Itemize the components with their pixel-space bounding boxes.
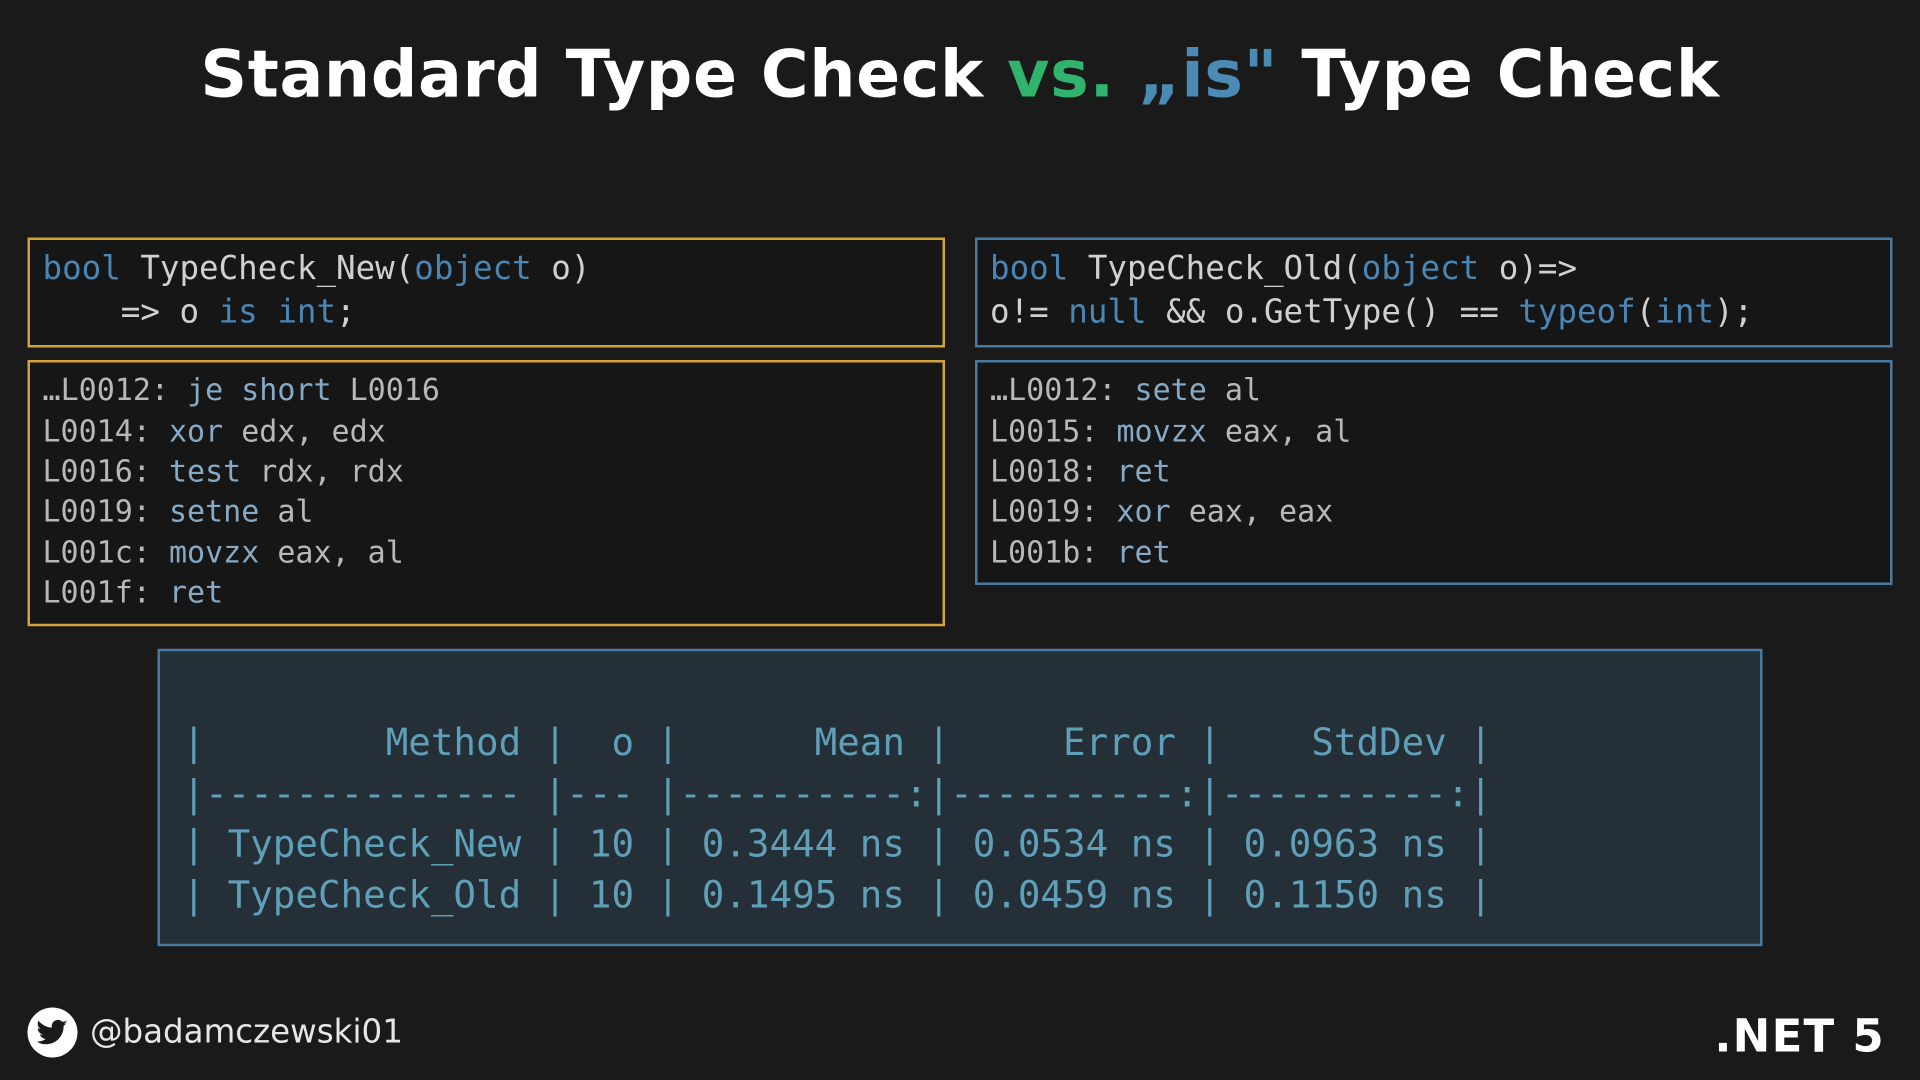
benchmark-table: | Method | o | Mean | Error | StdDev | |… — [158, 648, 1763, 946]
twitter-icon — [28, 1008, 78, 1058]
title-prefix: Standard Type Check — [200, 38, 1007, 113]
csharp-new-code: bool TypeCheck_New(object o) => o is int… — [28, 238, 946, 348]
slide-title: Standard Type Check vs. „is" Type Check — [28, 38, 1893, 113]
title-space — [1115, 38, 1138, 113]
title-quote-open: „ — [1138, 38, 1181, 113]
asm-new-code: …L0012: je short L0016 L0014: xor edx, e… — [28, 360, 946, 625]
csharp-old-code: bool TypeCheck_Old(object o)=> o!= null … — [975, 238, 1893, 348]
platform-label: .NET 5 — [1714, 1011, 1885, 1062]
title-is: is — [1181, 38, 1243, 113]
title-suffix: Type Check — [1278, 38, 1720, 113]
column-new: bool TypeCheck_New(object o) => o is int… — [28, 238, 946, 626]
twitter-handle: @badamczewski01 — [28, 1008, 403, 1058]
column-old: bool TypeCheck_Old(object o)=> o!= null … — [975, 238, 1893, 626]
title-quote-close: " — [1244, 38, 1278, 113]
title-vs: vs. — [1007, 38, 1115, 113]
twitter-handle-text: @badamczewski01 — [90, 1014, 403, 1052]
code-columns: bool TypeCheck_New(object o) => o is int… — [28, 238, 1893, 626]
asm-old-code: …L0012: sete al L0015: movzx eax, al L00… — [975, 360, 1893, 585]
